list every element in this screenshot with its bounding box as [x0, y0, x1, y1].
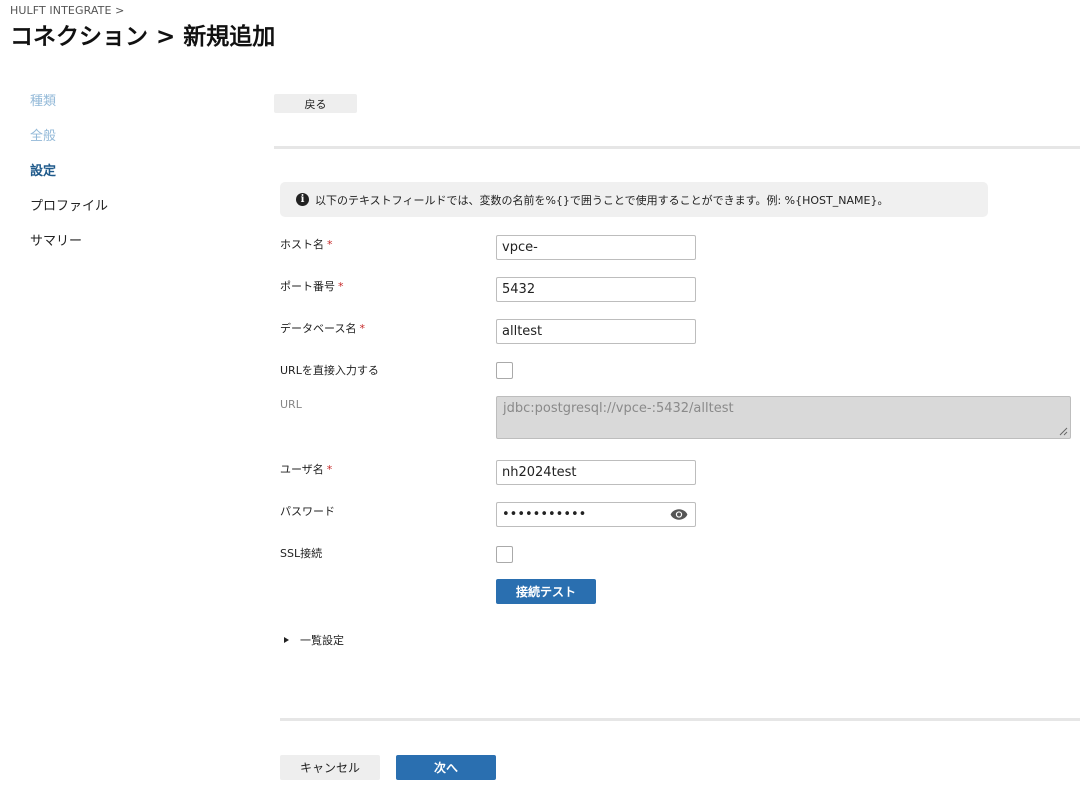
required-mark: *	[338, 280, 344, 293]
user-label: ユーザ名 *	[280, 463, 333, 476]
divider-bottom	[280, 718, 1080, 721]
step-profile: プロファイル	[30, 199, 109, 214]
advanced-settings-toggle[interactable]: 一覧設定	[284, 632, 344, 648]
eye-icon[interactable]	[670, 507, 688, 522]
wizard-steps: 種類 全般 設定 プロファイル サマリー	[30, 92, 230, 267]
next-button[interactable]: 次へ	[396, 755, 496, 780]
cancel-button[interactable]: キャンセル	[280, 755, 380, 780]
host-label: ホスト名 *	[280, 238, 333, 251]
ssl-label: SSL接続	[280, 547, 323, 560]
user-input[interactable]	[496, 460, 696, 485]
back-button[interactable]: 戻る	[274, 94, 357, 113]
page-title: コネクション > 新規追加	[10, 24, 276, 50]
page: HULFT INTEGRATE > コネクション > 新規追加 種類 全般 設定…	[0, 0, 1080, 787]
port-input[interactable]	[496, 277, 696, 302]
info-text: 以下のテキストフィールドでは、変数の名前を%{}で囲うことで使用することができま…	[315, 193, 889, 207]
database-label: データベース名 *	[280, 322, 365, 335]
divider-top	[274, 146, 1080, 149]
ssl-checkbox[interactable]	[496, 546, 513, 563]
host-input[interactable]	[496, 235, 696, 260]
step-settings[interactable]: 設定	[30, 162, 230, 197]
info-banner: i 以下のテキストフィールドでは、変数の名前を%{}で囲うことで使用することがで…	[280, 182, 988, 217]
step-type[interactable]: 種類	[30, 92, 230, 127]
password-field	[496, 502, 696, 527]
connection-test-button[interactable]: 接続テスト	[496, 579, 596, 604]
direct-url-label: URLを直接入力する	[280, 364, 379, 377]
info-icon: i	[296, 193, 309, 206]
expand-triangle-icon	[284, 637, 289, 643]
database-input[interactable]	[496, 319, 696, 344]
advanced-settings-label: 一覧設定	[300, 634, 344, 647]
required-mark: *	[359, 322, 365, 335]
resize-handle-icon[interactable]	[1058, 426, 1068, 436]
password-input[interactable]	[497, 503, 662, 526]
port-label: ポート番号 *	[280, 280, 344, 293]
required-mark: *	[327, 238, 333, 251]
password-label: パスワード	[280, 505, 335, 518]
step-summary: サマリー	[30, 234, 83, 249]
url-textarea: jdbc:postgresql://vpce-:5432/alltest	[496, 396, 1071, 439]
step-general[interactable]: 全般	[30, 127, 230, 162]
required-mark: *	[326, 463, 333, 476]
breadcrumb[interactable]: HULFT INTEGRATE >	[10, 4, 124, 17]
direct-url-checkbox[interactable]	[496, 362, 513, 379]
url-label: URL	[280, 398, 302, 411]
